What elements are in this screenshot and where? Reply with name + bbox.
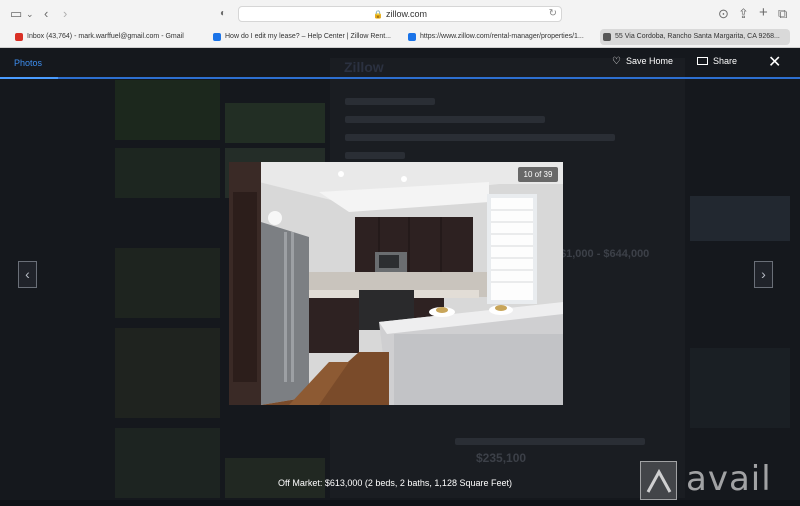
gallery-thumbnail — [690, 348, 790, 428]
share-sheet-icon[interactable]: ⇪ — [738, 6, 749, 22]
gmail-icon — [15, 33, 23, 41]
tab-label: 55 Via Cordoba, Rancho Santa Margarita, … — [615, 33, 780, 40]
new-tab-icon[interactable]: + — [759, 5, 768, 21]
zillow-favicon-icon — [408, 33, 416, 41]
avail-wordmark: avail — [686, 459, 772, 499]
gallery-thumbnail — [225, 103, 325, 143]
chevron-left-icon: ‹ — [25, 266, 30, 282]
tab-underline — [0, 77, 800, 79]
listing-photo — [229, 162, 563, 405]
photo-modal-header: Photos — [0, 48, 800, 78]
tab-label: Inbox (43,764) - mark.warffuel@gmail.com… — [27, 33, 184, 40]
tab-label: https://www.zillow.com/rental-manager/pr… — [420, 33, 584, 40]
chevron-down-icon[interactable]: ⌄ — [26, 6, 34, 22]
price-hint: $235,100 — [476, 451, 527, 465]
close-icon[interactable]: ✕ — [768, 55, 781, 71]
url-text: zillow.com — [385, 9, 427, 19]
price-estimate: $1,000 - $644,000 — [560, 248, 650, 260]
back-icon[interactable]: ‹ — [44, 6, 48, 22]
avail-watermark: avail — [640, 459, 800, 500]
address-bar[interactable]: 🔒 zillow.com ↻ — [238, 6, 562, 22]
lock-icon: 🔒 — [373, 10, 383, 19]
kitchen-photo — [229, 162, 563, 405]
listing-detail-line — [455, 438, 645, 445]
tab-label: How do I edit my lease? – Help Center | … — [225, 33, 392, 40]
downloads-icon[interactable]: ⊙ — [718, 6, 729, 22]
listing-favicon-icon — [603, 33, 611, 41]
tab-listing[interactable]: 55 Via Cordoba, Rancho Santa Margarita, … — [600, 29, 790, 45]
tab-bar: Inbox (43,764) - mark.warffuel@gmail.com… — [0, 27, 800, 47]
tab-gmail[interactable]: Inbox (43,764) - mark.warffuel@gmail.com… — [12, 29, 202, 45]
save-home-button[interactable]: ♡ Save Home — [612, 56, 673, 67]
previous-photo-button[interactable]: ‹ — [18, 261, 37, 288]
privacy-report-icon[interactable]: ◐ — [220, 6, 226, 22]
tab-rental-manager[interactable]: https://www.zillow.com/rental-manager/pr… — [405, 29, 595, 45]
sidebar-icon[interactable]: ▭ — [10, 6, 22, 22]
listing-detail-line — [345, 98, 435, 105]
listing-detail-line — [345, 116, 545, 123]
zillow-favicon-icon — [213, 33, 221, 41]
heart-icon: ♡ — [612, 56, 621, 67]
tab-overview-icon[interactable]: ⧉ — [778, 6, 787, 22]
gallery-thumbnail — [115, 328, 220, 418]
save-home-label: Save Home — [625, 56, 673, 66]
gallery-thumbnail — [690, 196, 790, 241]
share-button[interactable]: Share — [697, 56, 737, 66]
next-photo-button[interactable]: › — [754, 261, 773, 288]
active-tab-indicator — [0, 77, 58, 79]
share-label: Share — [713, 56, 738, 66]
gallery-thumbnail — [115, 148, 220, 198]
gallery-thumbnail — [115, 80, 220, 140]
envelope-icon — [697, 57, 708, 65]
reload-icon[interactable]: ↻ — [549, 7, 557, 21]
forward-icon[interactable]: › — [63, 6, 67, 22]
chevron-right-icon: › — [761, 266, 766, 282]
tab-photos[interactable]: Photos — [14, 58, 42, 68]
listing-detail-line — [345, 152, 405, 159]
gallery-thumbnail — [115, 248, 220, 318]
tab-help-center[interactable]: How do I edit my lease? – Help Center | … — [210, 29, 400, 45]
photo-counter: 10 of 39 — [518, 167, 558, 182]
listing-detail-line — [345, 134, 615, 141]
avail-logo-mark — [646, 468, 672, 493]
avail-logo-icon — [640, 461, 677, 500]
browser-chrome: ▭ ⌄ ‹ › ◐ 🔒 zillow.com ↻ ⊙ ⇪ + ⧉ Inbox (4… — [0, 0, 800, 48]
